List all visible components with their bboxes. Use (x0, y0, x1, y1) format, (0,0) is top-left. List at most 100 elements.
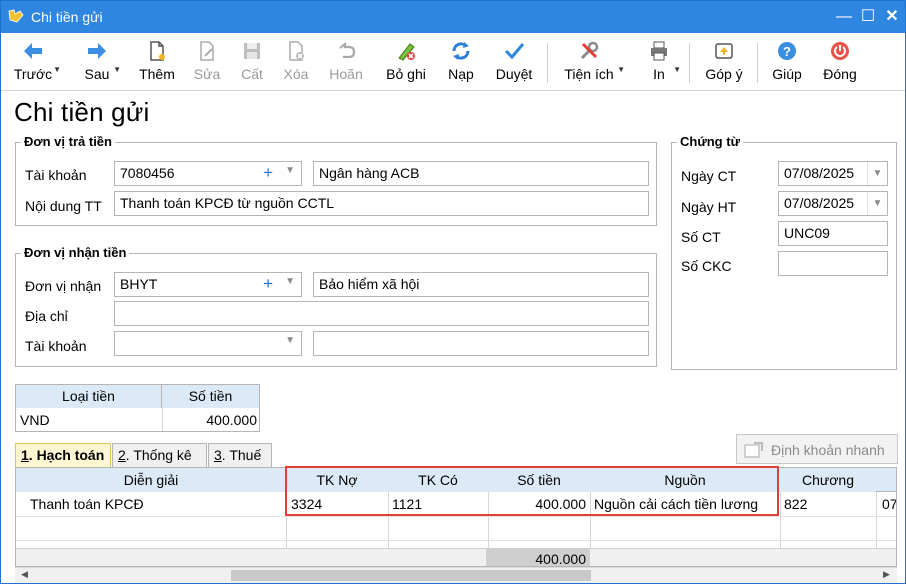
chevron-down-icon[interactable]: ▼ (673, 65, 681, 74)
chevron-down-icon[interactable]: ▼ (867, 192, 887, 215)
row-description[interactable]: Thanh toán KPCĐ (30, 496, 280, 512)
payee-address-field[interactable] (114, 301, 649, 326)
next-button[interactable]: Sau ▼ (79, 37, 121, 87)
total-amount: 400.000 (535, 551, 586, 567)
currency-amount-cell[interactable]: 400.000 (162, 412, 257, 428)
payee-account-combo[interactable]: ▼ (114, 331, 302, 356)
date-ht-label: Ngày HT (681, 199, 737, 215)
tab-tax[interactable]: 3. Thuế (208, 443, 272, 467)
power-icon (831, 42, 849, 60)
close-window-button[interactable]: Đóng (819, 37, 861, 87)
grid-hline (16, 516, 896, 517)
chevron-down-icon[interactable]: ▼ (53, 65, 61, 74)
payee-unit-name[interactable]: Bảo hiểm xã hội (313, 272, 649, 297)
highlight-box (285, 466, 779, 516)
chevron-down-icon[interactable]: ▼ (285, 165, 295, 176)
grid-total-row: 400.000 (16, 548, 896, 567)
toolbar-separator (547, 43, 548, 83)
quick-entry-icon (744, 442, 763, 458)
currency-table: Loại tiền Số tiền VND 400.000 (15, 384, 260, 432)
scroll-left-icon[interactable]: ◀ (21, 569, 28, 580)
title-bar: Chi tiền gửi — ☐ ✕ (1, 1, 905, 33)
payment-content-field[interactable]: Thanh toán KPCĐ từ nguồn CCTL (114, 191, 649, 216)
printer-icon (651, 41, 667, 61)
print-button[interactable]: In ▼ (643, 37, 681, 87)
add-icon[interactable]: + (263, 163, 273, 183)
add-button[interactable]: Thêm (135, 37, 179, 87)
horizontal-scrollbar[interactable]: ◀ ▶ (15, 567, 897, 583)
arrow-right-icon (88, 43, 106, 59)
undo-icon (339, 41, 356, 59)
toolbar-separator (757, 43, 758, 83)
edit-document-icon (200, 41, 214, 61)
delete-document-icon (289, 41, 304, 61)
page-title: Chi tiền gửi (14, 97, 150, 127)
payee-account-extra[interactable] (313, 331, 649, 356)
chevron-down-icon[interactable]: ▼ (617, 65, 625, 74)
payee-unit-label: Đơn vị nhận (25, 278, 102, 294)
quick-entry-button[interactable]: Định khoản nhanh (736, 434, 898, 464)
voucher-no-label: Số CT (681, 229, 721, 245)
date-ht-picker[interactable]: 07/08/2025 ▼ (778, 191, 888, 216)
currency-row-divider (162, 408, 163, 431)
maximize-button[interactable]: ☐ (857, 6, 879, 28)
toolbar: Trước ▼ Sau ▼ Thêm Sửa Cất Xóa Hoãn Bỏ gh (1, 33, 905, 91)
ckc-no-field[interactable] (778, 251, 888, 276)
payee-legend: Đơn vị nhận tiền (21, 245, 130, 260)
ckc-no-label: Số CKC (681, 258, 732, 274)
unpost-icon (398, 43, 415, 61)
svg-text:?: ? (783, 44, 791, 59)
app-icon (8, 9, 24, 23)
prev-button[interactable]: Trước ▼ (11, 37, 61, 87)
date-ct-picker[interactable]: 07/08/2025 ▼ (778, 161, 888, 186)
window-title: Chi tiền gửi (31, 9, 103, 25)
payer-account-combo[interactable]: 7080456 + ▼ (114, 161, 302, 186)
toolbar-separator (689, 43, 690, 83)
new-document-icon (150, 41, 165, 61)
grid-hline (16, 540, 896, 541)
edit-button[interactable]: Sửa (189, 37, 225, 87)
voucher-no-field[interactable]: UNC09 (778, 221, 888, 246)
close-button[interactable]: ✕ (881, 6, 903, 28)
date-ct-label: Ngày CT (681, 168, 737, 184)
currency-type-cell[interactable]: VND (20, 412, 50, 428)
payer-legend: Đơn vị trả tiền (21, 134, 115, 149)
utilities-button[interactable]: Tiện ích ▼ (559, 37, 625, 87)
checkmark-icon (504, 43, 525, 60)
delete-button[interactable]: Xóa (279, 37, 313, 87)
approve-button[interactable]: Duyệt (491, 37, 537, 87)
payer-account-label: Tài khoản (25, 167, 87, 183)
add-icon[interactable]: + (263, 274, 273, 294)
scroll-thumb[interactable] (231, 570, 591, 581)
tab-accounting[interactable]: 1. Hạch toán (15, 443, 111, 467)
currency-amount-header: Số tiền (162, 385, 259, 408)
scroll-right-icon[interactable]: ▶ (883, 569, 890, 580)
save-button[interactable]: Cất (235, 37, 269, 87)
arrow-left-icon (24, 43, 42, 59)
reload-button[interactable]: Nạp (441, 37, 481, 87)
chevron-down-icon[interactable]: ▼ (113, 65, 121, 74)
chevron-down-icon[interactable]: ▼ (285, 276, 295, 287)
tools-icon (580, 41, 599, 60)
payee-unit-combo[interactable]: BHYT + ▼ (114, 272, 302, 297)
refresh-icon (452, 42, 470, 60)
feedback-button[interactable]: Góp ý (701, 37, 747, 87)
save-icon (244, 43, 260, 59)
tab-statistics[interactable]: 2. Thống kê (112, 443, 207, 467)
feedback-icon (715, 43, 733, 59)
chevron-down-icon[interactable]: ▼ (285, 335, 295, 346)
row-next-column[interactable]: 07 (882, 496, 896, 512)
currency-type-header: Loại tiền (16, 385, 162, 408)
postpone-button[interactable]: Hoãn (323, 37, 369, 87)
col-description-header[interactable]: Diễn giải (16, 468, 286, 492)
payer-bank-name[interactable]: Ngân hàng ACB (313, 161, 649, 186)
help-button[interactable]: ? Giúp (769, 37, 805, 87)
col-chapter-header[interactable]: Chương (780, 468, 876, 492)
unpost-button[interactable]: Bỏ ghi (381, 37, 431, 87)
minimize-button[interactable]: — (833, 6, 855, 28)
chevron-down-icon[interactable]: ▼ (867, 162, 887, 185)
row-chapter[interactable]: 822 (784, 496, 874, 512)
payee-address-label: Địa chỉ (25, 308, 68, 324)
help-icon: ? (778, 42, 796, 60)
window: Chi tiền gửi — ☐ ✕ Trước ▼ Sau ▼ Thêm Sửa … (0, 0, 906, 584)
